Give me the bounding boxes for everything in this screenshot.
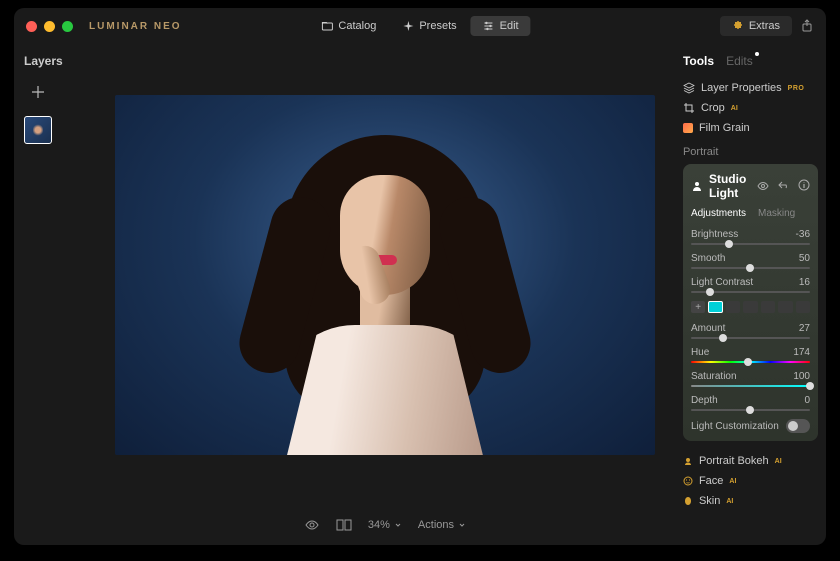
ai-badge: AI — [775, 458, 782, 465]
crop-label: Crop — [701, 102, 725, 114]
share-button[interactable] — [800, 19, 814, 33]
studio-light-panel: Studio Light Adjustments Masking Brightn… — [683, 164, 818, 441]
folder-icon — [321, 20, 333, 32]
actions-menu[interactable]: Actions — [418, 519, 466, 531]
slider-depth[interactable]: Depth0 — [691, 395, 810, 411]
portrait-bokeh-label: Portrait Bokeh — [699, 455, 769, 467]
zoom-value: 34% — [368, 519, 390, 531]
person-icon — [691, 180, 703, 192]
compare-toggle[interactable] — [336, 519, 352, 531]
slider-amount[interactable]: Amount27 — [691, 323, 810, 339]
edits-indicator-dot — [755, 52, 759, 56]
zoom-level[interactable]: 34% — [368, 519, 402, 531]
extras-button[interactable]: Extras — [720, 16, 792, 36]
bokeh-icon — [683, 456, 693, 466]
face-icon — [683, 476, 693, 486]
swatch-empty-4[interactable] — [778, 301, 792, 313]
light-customization-toggle[interactable] — [786, 419, 810, 433]
skin-icon — [683, 496, 693, 506]
preview-button[interactable] — [756, 179, 770, 193]
slider-saturation[interactable]: Saturation100 — [691, 371, 810, 387]
minimize-window-icon[interactable] — [44, 21, 55, 32]
adjustments-tab[interactable]: Adjustments — [691, 208, 746, 219]
extras-label: Extras — [749, 20, 780, 32]
pro-badge: PRO — [788, 85, 805, 92]
tool-portrait-bokeh[interactable]: Portrait Bokeh AI — [683, 451, 818, 471]
slider-smooth[interactable]: Smooth50 — [691, 253, 810, 269]
film-grain-label: Film Grain — [699, 122, 750, 134]
layers-icon — [683, 82, 695, 94]
traffic-lights[interactable] — [26, 21, 73, 32]
slider-brightness[interactable]: Brightness-36 — [691, 229, 810, 245]
tool-crop[interactable]: Crop AI — [683, 98, 818, 118]
visibility-toggle[interactable] — [304, 517, 320, 533]
skin-label: Skin — [699, 495, 720, 507]
undo-button[interactable] — [778, 179, 790, 193]
chevron-down-icon — [394, 521, 402, 529]
canvas-image[interactable] — [115, 95, 655, 455]
light-customization-label: Light Customization — [691, 421, 779, 432]
nav-edit-label: Edit — [500, 20, 519, 32]
slider-hue[interactable]: Hue174 — [691, 347, 810, 363]
tab-tools[interactable]: Tools — [683, 54, 714, 68]
maximize-window-icon[interactable] — [62, 21, 73, 32]
swatch-add[interactable]: + — [691, 301, 705, 313]
ai-badge: AI — [731, 105, 738, 112]
sliders-icon — [483, 20, 495, 32]
eye-icon — [304, 517, 320, 533]
swatch-empty-1[interactable] — [726, 301, 740, 313]
info-icon — [798, 179, 810, 191]
tool-skin[interactable]: Skin AI — [683, 491, 818, 511]
add-layer-button[interactable] — [24, 78, 52, 106]
undo-icon — [778, 179, 790, 191]
tab-edits-label: Edits — [726, 54, 753, 68]
brand-logo: LUMINAR NEO — [89, 21, 182, 32]
sparkle-icon — [402, 20, 414, 32]
tool-face[interactable]: Face AI — [683, 471, 818, 491]
actions-label: Actions — [418, 519, 454, 531]
crop-icon — [683, 102, 695, 114]
swatch-empty-2[interactable] — [743, 301, 757, 313]
nav-catalog[interactable]: Catalog — [309, 16, 388, 36]
layer-properties-label: Layer Properties — [701, 82, 782, 94]
tool-film-grain[interactable]: Film Grain — [683, 118, 818, 138]
face-label: Face — [699, 475, 723, 487]
close-window-icon[interactable] — [26, 21, 37, 32]
info-button[interactable] — [798, 179, 810, 193]
ai-badge: AI — [726, 498, 733, 505]
layer-thumbnail[interactable] — [24, 116, 52, 144]
slider-light-contrast[interactable]: Light Contrast16 — [691, 277, 810, 293]
color-swatches: + — [691, 301, 810, 313]
chevron-down-icon — [458, 521, 466, 529]
studio-light-title: Studio Light — [709, 172, 750, 200]
swatch-empty-5[interactable] — [796, 301, 810, 313]
eye-icon — [756, 179, 770, 193]
swatch-empty-3[interactable] — [761, 301, 775, 313]
film-grain-icon — [683, 123, 693, 133]
compare-icon — [336, 519, 352, 531]
swatch-cyan[interactable] — [708, 301, 723, 313]
tool-layer-properties[interactable]: Layer Properties PRO — [683, 78, 818, 98]
portrait-section-title: Portrait — [683, 146, 818, 158]
nav-presets[interactable]: Presets — [390, 16, 468, 36]
nav-catalog-label: Catalog — [338, 20, 376, 32]
masking-tab[interactable]: Masking — [758, 208, 795, 219]
nav-presets-label: Presets — [419, 20, 456, 32]
tab-edits[interactable]: Edits — [726, 54, 753, 68]
layers-title: Layers — [24, 54, 85, 68]
ai-badge: AI — [729, 478, 736, 485]
puzzle-icon — [732, 20, 744, 32]
nav-edit[interactable]: Edit — [471, 16, 531, 36]
